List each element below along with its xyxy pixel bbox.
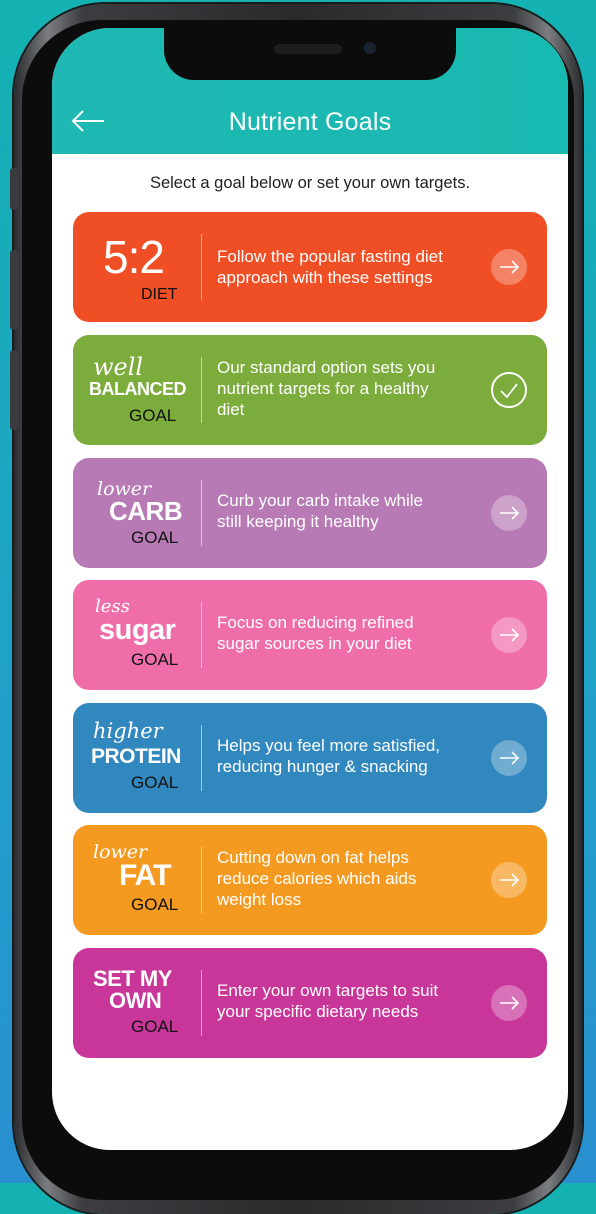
badge-goal-text: GOAL — [131, 773, 179, 792]
card-divider — [201, 480, 202, 546]
select-button[interactable] — [491, 862, 527, 898]
card-divider — [201, 847, 202, 913]
description-line: your specific dietary needs — [217, 1002, 419, 1021]
notch — [164, 28, 456, 80]
description-line: sugar sources in your diet — [217, 634, 412, 653]
arrow-right-icon — [500, 506, 520, 520]
select-button[interactable] — [491, 740, 527, 776]
card-divider — [201, 234, 202, 300]
arrow-right-icon — [500, 996, 520, 1010]
volume-up-button — [10, 250, 18, 330]
card-description: Focus on reducing refined sugar sources … — [217, 612, 479, 654]
badge-goal-text: GOAL — [131, 650, 179, 669]
mute-switch — [10, 168, 18, 210]
badge-goal-text: GOAL — [129, 406, 177, 425]
arrow-right-icon — [500, 628, 520, 642]
card-description: Cutting down on fat helps reduce calorie… — [217, 847, 479, 910]
card-description: Our standard option sets you nutrient ta… — [217, 357, 479, 420]
badge-small-text: DIET — [141, 286, 178, 303]
select-button[interactable] — [491, 495, 527, 531]
card-divider — [201, 970, 202, 1036]
badge-bold-text: PROTEIN — [91, 745, 181, 768]
description-line: reduce calories which aids — [217, 869, 417, 888]
description-line: weight loss — [217, 890, 302, 909]
checkmark-icon — [500, 383, 518, 399]
goal-card-set-my-own[interactable]: SET MY OWN GOAL Enter your own targets t… — [73, 948, 547, 1058]
badge-bold-text: BALANCED — [89, 379, 187, 399]
arrow-right-icon — [500, 873, 520, 887]
description-line: nutrient targets for a healthy — [217, 379, 429, 398]
goal-card-well-balanced[interactable]: well BALANCED GOAL Our standard option s… — [73, 335, 547, 445]
arrow-right-icon — [500, 260, 520, 274]
volume-down-button — [10, 350, 18, 430]
description-line: Our standard option sets you — [217, 358, 436, 377]
goal-card-lower-carb[interactable]: lower CARB GOAL Curb your carb intake wh… — [73, 458, 547, 568]
card-description: Helps you feel more satisfied, reducing … — [217, 735, 479, 777]
instructions-text: Select a goal below or set your own targ… — [149, 174, 471, 192]
badge-bold-text: sugar — [99, 614, 176, 646]
badge-bold-text: CARB — [109, 496, 183, 526]
description-line: Enter your own targets to suit — [217, 981, 439, 1000]
card-divider — [201, 357, 202, 423]
badge-less-sugar: less sugar GOAL — [73, 580, 201, 690]
description-line: reducing hunger & snacking — [217, 757, 428, 776]
header-bar: Nutrient Goals — [52, 28, 568, 154]
badge-set-my-own: SET MY OWN GOAL — [73, 948, 201, 1058]
front-camera — [364, 42, 376, 54]
badge-line2-text: OWN — [109, 988, 162, 1013]
description-line: Cutting down on fat helps — [217, 848, 409, 867]
goal-card-less-sugar[interactable]: less sugar GOAL Focus on reducing refine… — [73, 580, 547, 690]
badge-script-text: well — [93, 353, 144, 381]
description-line: still keeping it healthy — [217, 512, 379, 531]
select-button[interactable] — [491, 617, 527, 653]
badge-well-balanced: well BALANCED GOAL — [73, 335, 201, 445]
card-description: Enter your own targets to suit your spec… — [217, 980, 479, 1022]
goal-card-lower-fat[interactable]: lower FAT GOAL Cutting down on fat helps… — [73, 825, 547, 935]
badge-goal-text: GOAL — [131, 895, 179, 914]
description-line: approach with these settings — [217, 268, 433, 287]
arrow-right-icon — [500, 751, 520, 765]
description-line: diet — [217, 400, 245, 419]
card-description: Curb your carb intake while still keepin… — [217, 490, 479, 532]
badge-higher-protein: higher PROTEIN GOAL — [73, 703, 201, 813]
select-button[interactable] — [491, 985, 527, 1021]
description-line: Helps you feel more satisfied, — [217, 736, 440, 755]
badge-goal-text: GOAL — [131, 528, 179, 547]
card-description: Follow the popular fasting diet approach… — [217, 246, 479, 288]
badge-5-2-diet: 5:2 DIET — [73, 212, 201, 322]
badge-bold-text: FAT — [119, 859, 171, 892]
description-line: Curb your carb intake while — [217, 491, 423, 510]
description-line: Follow the popular fasting diet — [217, 247, 443, 266]
badge-script-text: higher — [93, 719, 163, 743]
goal-card-higher-protein[interactable]: higher PROTEIN GOAL Helps you feel more … — [73, 703, 547, 813]
description-line: Focus on reducing refined — [217, 613, 414, 632]
badge-lower-fat: lower FAT GOAL — [73, 825, 201, 935]
goal-card-5-2-diet[interactable]: 5:2 DIET Follow the popular fasting diet… — [73, 212, 547, 322]
app-screen: Nutrient Goals Select a goal below or se… — [52, 28, 568, 1150]
speaker-grille — [274, 44, 342, 54]
page-title: Nutrient Goals — [228, 108, 392, 136]
badge-goal-text: GOAL — [131, 1017, 179, 1036]
selected-indicator[interactable] — [491, 372, 527, 408]
badge-big-text: 5:2 — [103, 231, 165, 283]
select-button[interactable] — [491, 249, 527, 285]
card-divider — [201, 602, 202, 668]
badge-lower-carb: lower CARB GOAL — [73, 458, 201, 568]
card-divider — [201, 725, 202, 791]
